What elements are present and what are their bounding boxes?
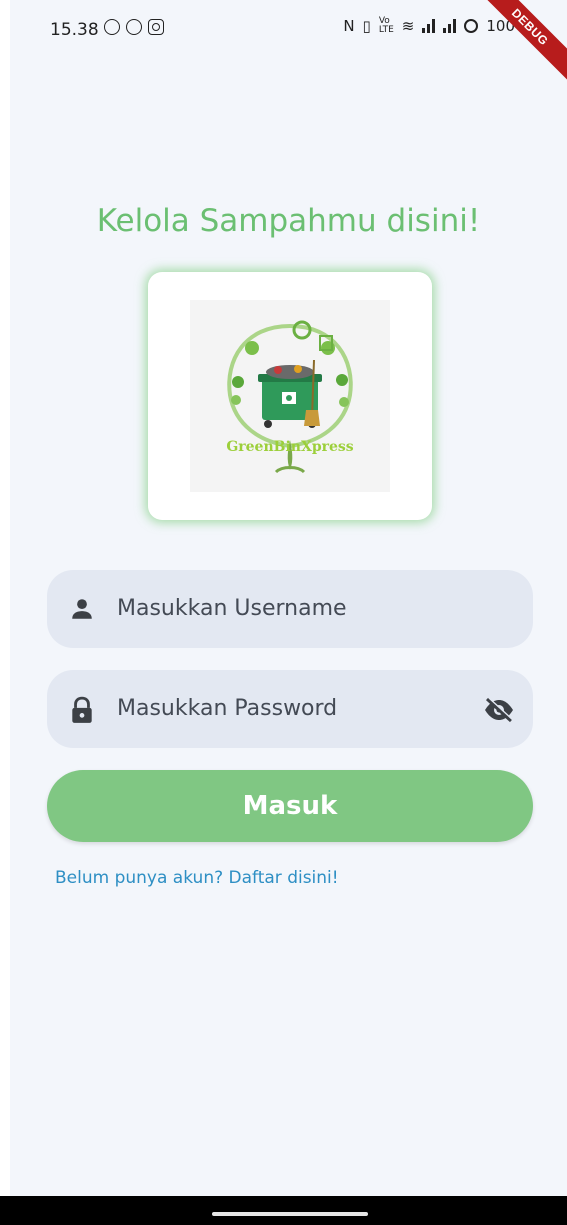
volte-icon: Vo LTE [378,16,394,35]
logo-image: GreenBinXpress [190,300,390,492]
password-field[interactable]: Masukkan Password [47,670,533,748]
app-icon [126,19,142,35]
whatsapp-icon [104,19,120,35]
username-field[interactable]: Masukkan Username [47,570,533,648]
signal-icon [422,19,436,33]
home-gesture-handle[interactable] [212,1212,368,1216]
person-icon [69,596,95,627]
signal-icon [443,19,457,33]
page-title: Kelola Sampahmu disini! [96,203,481,239]
password-placeholder: Masukkan Password [117,696,338,721]
nfc-icon: N [343,17,355,35]
battery-ring-icon [464,19,479,33]
recycle-bin-illustration [227,320,353,474]
login-button[interactable]: Masuk [47,770,533,842]
status-right-icons: N ▯ Vo LTE ≋ 100 [343,16,515,36]
vibrate-icon: ▯ [362,17,371,35]
status-time: 15.38 [50,20,99,40]
app-screen: 15.38 N ▯ Vo LTE ≋ 100 DEBUG Kelola Sampa… [10,0,567,1225]
logo-text: GreenBinXpress [226,439,354,455]
logo-card: GreenBinXpress [148,272,432,520]
status-left-icons [104,19,164,35]
username-placeholder: Masukkan Username [117,596,347,621]
debug-banner: DEBUG [469,0,567,88]
navigation-bar [0,1196,567,1225]
instagram-icon [148,19,164,35]
wifi-icon: ≋ [401,17,415,35]
lock-icon [69,696,95,729]
register-link[interactable]: Belum punya akun? Daftar disini! [55,868,339,888]
eye-off-icon[interactable] [483,696,515,729]
status-bar: 15.38 N ▯ Vo LTE ≋ 100 DEBUG [10,0,567,88]
